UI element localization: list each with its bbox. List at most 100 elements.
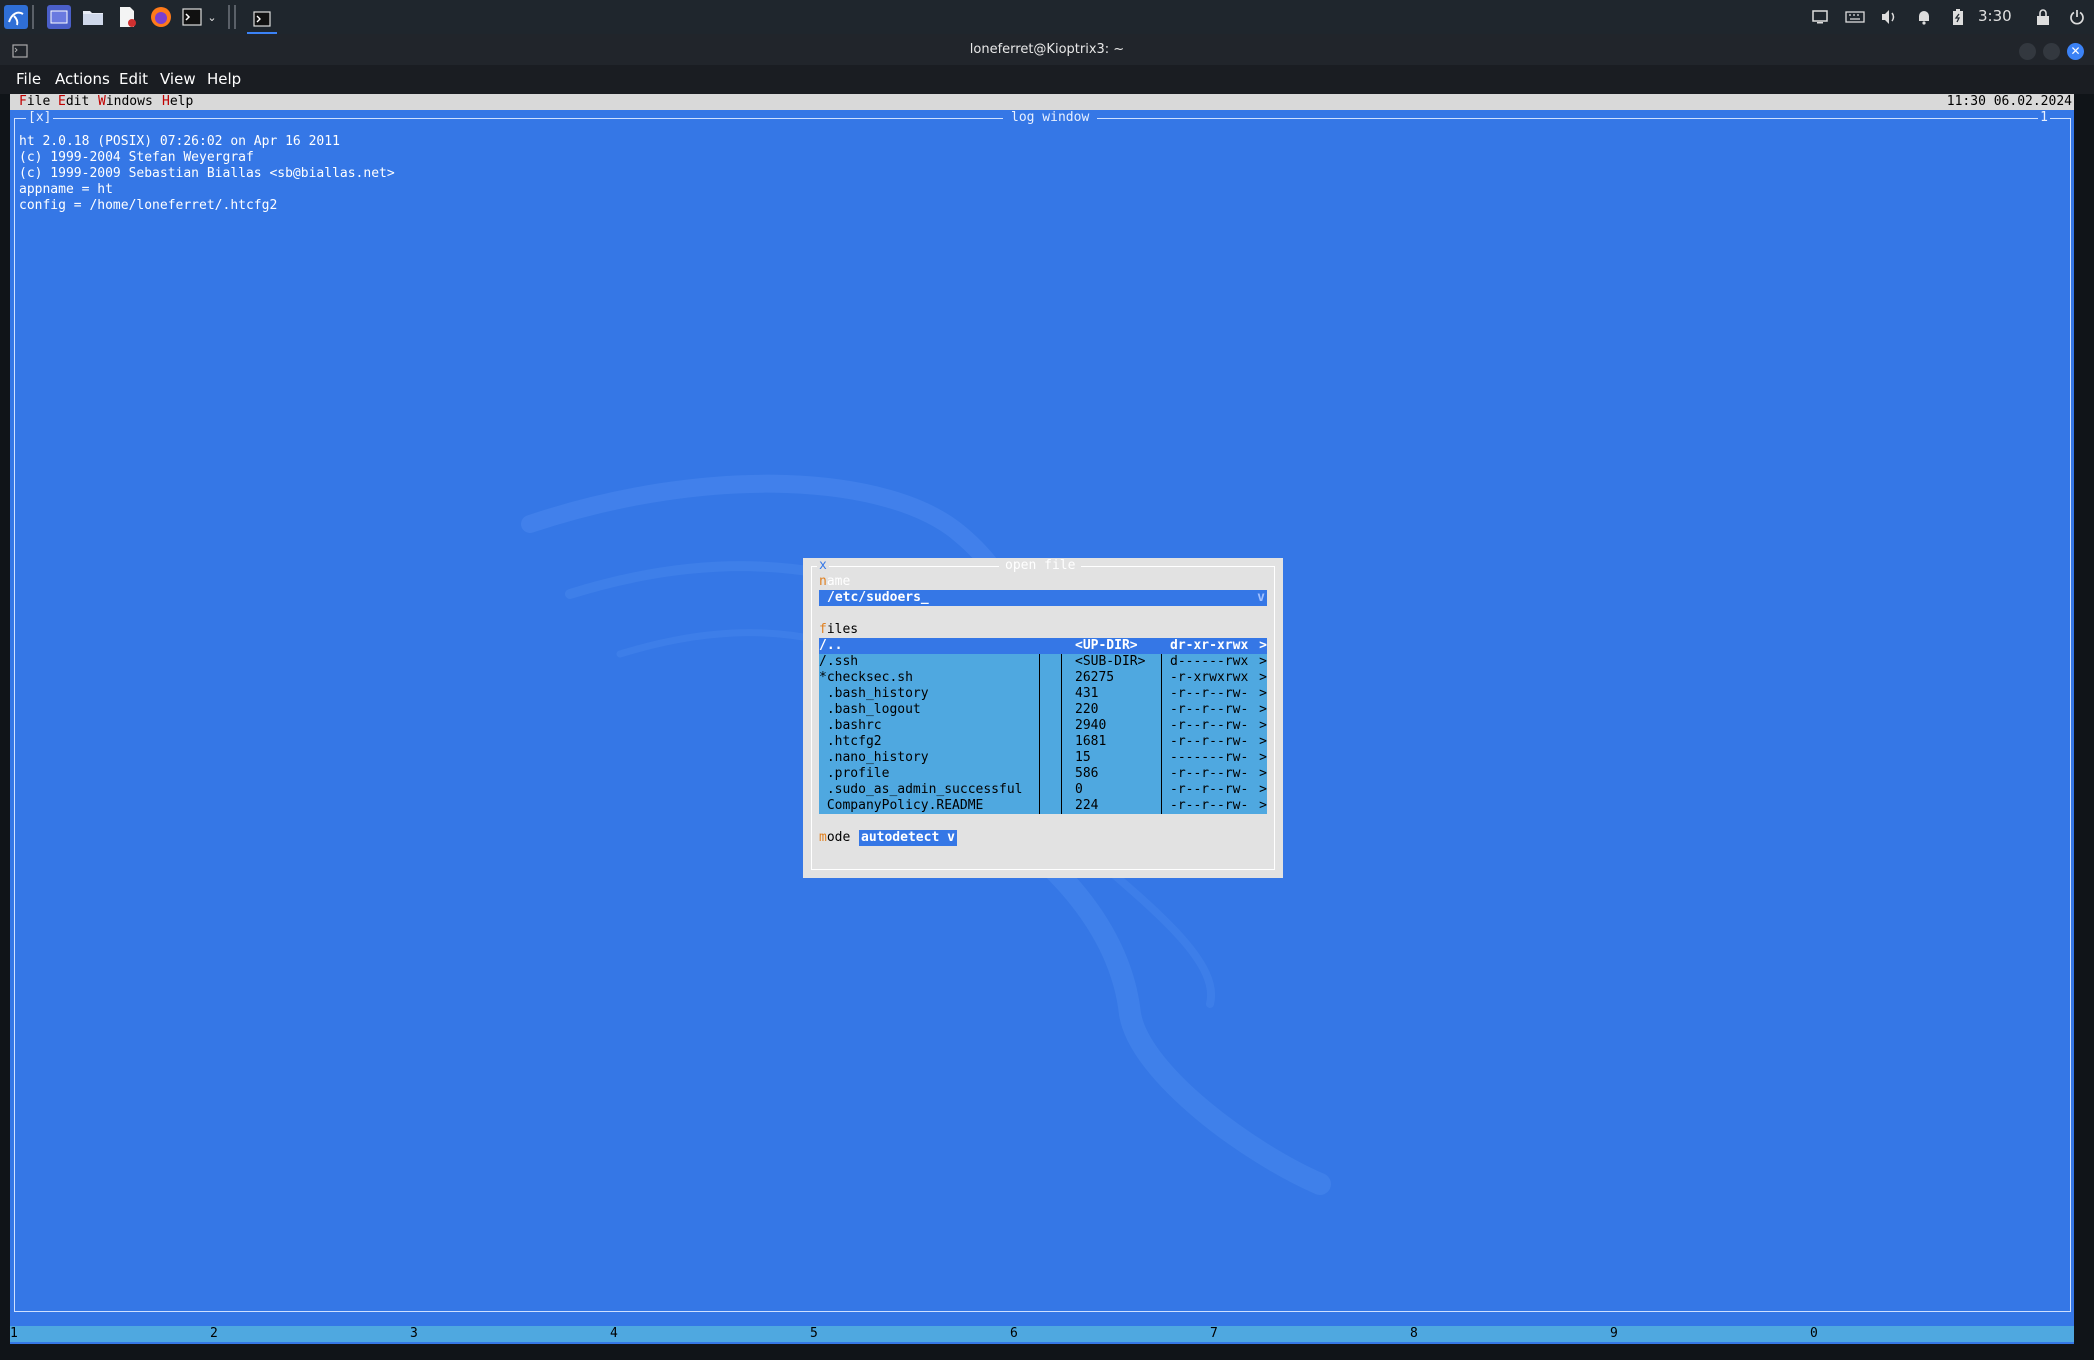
clock[interactable]: 3:30 [1978,7,2012,25]
ht-menu-windows[interactable]: Windows [98,94,153,110]
window-title: loneferret@Kioptrix3: ~ [969,42,1125,57]
function-key[interactable]: 5 [810,1326,818,1342]
top-panel: ⌄ 3:30 [0,0,2094,34]
function-key[interactable]: 3 [410,1326,418,1342]
terminal-icon [253,10,271,27]
file-permissions: -r--r--rw- [1170,782,1249,797]
file-row-arrow: > [1259,638,1267,653]
log-line: appname = ht [19,182,113,197]
ht-menu-edit[interactable]: Edit [58,94,89,110]
file-row-arrow: > [1259,766,1267,781]
file-size: 431 [1075,686,1099,701]
menu-view[interactable]: View [160,70,196,88]
desktop-icon[interactable] [47,5,71,29]
file-size: <UP-DIR> [1075,638,1138,653]
name-label: name [819,574,851,589]
menu-file[interactable]: File [16,70,41,88]
terminal-area[interactable]: File Edit Windows Help 11:30 06.02.2024 … [10,94,2074,1344]
file-name: /.ssh [819,654,859,669]
ht-menu-help[interactable]: Help [162,94,193,110]
dialog-close-button[interactable]: x [817,558,829,574]
file-list-row[interactable]: /.ssh <SUB-DIR> d------rwx > [819,654,1267,670]
terminal-icon[interactable] [180,5,204,29]
window-titlebar[interactable]: loneferret@Kioptrix3: ~ ✕ [0,34,2094,68]
screen-icon[interactable] [1810,7,1830,27]
open-file-dialog: x open file name /etc/sudoers_ v files /… [803,558,1283,878]
file-list[interactable]: /.. <UP-DIR> dr-xr-xrwx > /.ssh <SUB-DIR> d---… [819,638,1267,814]
function-key[interactable]: 6 [1010,1326,1018,1342]
file-row-arrow: > [1259,654,1267,669]
file-name: .bash_logout [819,702,921,717]
file-permissions: -r--r--rw- [1170,718,1249,733]
file-list-row[interactable]: .nano_history 15 -------rw- > [819,750,1267,766]
file-row-arrow: > [1259,798,1267,813]
log-line: config = /home/loneferret/.htcfg2 [19,198,278,213]
file-size: 224 [1075,798,1099,813]
file-list-row[interactable]: .bash_logout 220 -r--r--rw- > [819,702,1267,718]
function-key[interactable]: 8 [1410,1326,1418,1342]
function-key[interactable]: 9 [1610,1326,1618,1342]
file-list-row[interactable]: .htcfg2 1681 -r--r--rw- > [819,734,1267,750]
log-window-close-button[interactable]: [x] [26,110,54,126]
file-permissions: -r--r--rw- [1170,798,1249,813]
file-row-arrow: > [1259,782,1267,797]
close-button[interactable]: ✕ [2067,43,2084,60]
lock-icon[interactable] [2033,7,2053,27]
chevron-down-icon[interactable]: ⌄ [205,5,219,29]
battery-icon[interactable] [1948,7,1968,27]
file-size: 586 [1075,766,1099,781]
filename-history-dropdown[interactable]: v [1257,590,1265,606]
file-size: 15 [1075,750,1091,765]
volume-icon[interactable] [1879,7,1899,27]
file-size: <SUB-DIR> [1075,654,1146,669]
file-size: 2940 [1075,718,1107,733]
function-key[interactable]: 4 [610,1326,618,1342]
file-permissions: -r--r--rw- [1170,702,1249,717]
file-list-row[interactable]: .sudo_as_admin_successful 0 -r--r--rw- > [819,782,1267,798]
power-icon[interactable] [2067,7,2087,27]
menu-help[interactable]: Help [207,70,241,88]
mode-label: mode [819,830,851,845]
log-window-number: 1 [2038,110,2050,126]
file-list-row[interactable]: CompanyPolicy.README 224 -r--r--rw- > [819,798,1267,814]
file-name: .profile [819,766,890,781]
file-list-row[interactable]: .bash_history 431 -r--r--rw- > [819,686,1267,702]
file-permissions: d------rwx [1170,654,1249,669]
ht-menu-file[interactable]: File [19,94,50,110]
folder-icon[interactable] [81,5,105,29]
file-list-row[interactable]: /.. <UP-DIR> dr-xr-xrwx > [819,638,1267,654]
file-list-row[interactable]: *checksec.sh 26275 -r-xrwxrwx > [819,670,1267,686]
function-key[interactable]: 7 [1210,1326,1218,1342]
text-editor-icon[interactable] [115,5,139,29]
kali-menu-icon[interactable] [4,5,28,29]
file-permissions: -r--r--rw- [1170,734,1249,749]
menu-edit[interactable]: Edit [119,70,148,88]
function-key[interactable]: 0 [1810,1326,1818,1342]
menu-actions[interactable]: Actions [55,70,110,88]
firefox-icon[interactable] [149,5,173,29]
file-name: *checksec.sh [819,670,913,685]
filename-input-value[interactable]: /etc/sudoers_ [827,590,929,606]
function-key[interactable]: 2 [210,1326,218,1342]
file-size: 0 [1075,782,1083,797]
close-icon: ✕ [2070,44,2081,58]
minimize-button[interactable] [2019,43,2036,60]
log-line: (c) 1999-2009 Sebastian Biallas <sb@bial… [19,166,395,181]
function-key[interactable]: 1 [10,1326,18,1342]
file-list-row[interactable]: .bashrc 2940 -r--r--rw- > [819,718,1267,734]
files-label: files [819,622,859,637]
mode-select[interactable]: autodetect v [859,830,957,846]
file-permissions: -r-xrwxrwx [1170,670,1249,685]
function-key-bar: 1 2 3 4 5 6 7 8 9 0 [10,1326,2074,1342]
file-permissions: -r--r--rw- [1170,686,1249,701]
taskbar-terminal-task[interactable] [247,5,277,34]
keyboard-icon[interactable] [1845,7,1865,27]
file-size: 26275 [1075,670,1115,685]
file-list-row[interactable]: .profile 586 -r--r--rw- > [819,766,1267,782]
filename-input[interactable]: /etc/sudoers_ v [819,590,1267,606]
file-row-arrow: > [1259,670,1267,685]
file-name: .sudo_as_admin_successful [819,782,1023,797]
file-row-arrow: > [1259,750,1267,765]
bell-icon[interactable] [1914,7,1934,27]
maximize-button[interactable] [2043,43,2060,60]
